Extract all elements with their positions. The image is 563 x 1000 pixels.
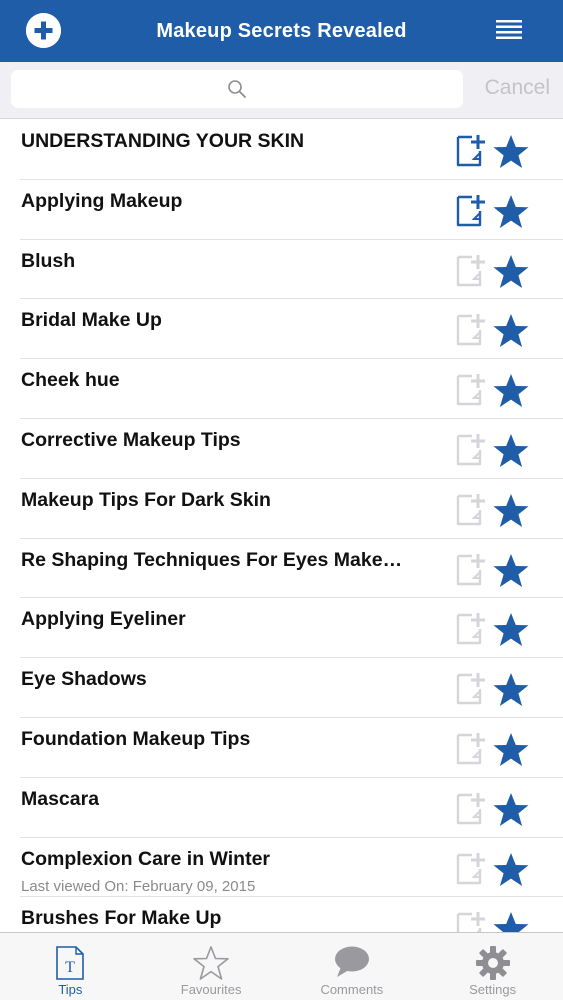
hamburger-menu-icon [496, 20, 522, 39]
list-item-title: Bridal Make Up [21, 309, 162, 332]
list-item-title: Applying Eyeliner [21, 608, 186, 631]
tab-settings[interactable]: Settings [422, 933, 563, 1000]
list-item[interactable]: Foundation Makeup Tips [20, 718, 563, 778]
list-item-title: Complexion Care in Winter [21, 847, 271, 870]
add-note-icon[interactable] [453, 192, 489, 228]
list-item-title: Blush [21, 249, 76, 272]
add-note-icon[interactable] [453, 730, 489, 766]
tab-tips[interactable]: T Tips [0, 933, 141, 1000]
list-item[interactable]: Brushes For Make Up [20, 897, 563, 932]
list-item-title: Makeup Tips For Dark Skin [21, 488, 271, 511]
list-item[interactable]: Cheek hue [20, 359, 563, 419]
add-note-icon[interactable] [453, 551, 489, 587]
list-item[interactable]: Applying Eyeliner [20, 598, 563, 659]
star-icon[interactable] [492, 433, 530, 469]
add-note-icon[interactable] [453, 491, 489, 527]
star-icon[interactable] [492, 612, 530, 648]
list-item-title: Corrective Makeup Tips [21, 428, 241, 451]
list-item[interactable]: Re Shaping Techniques For Eyes Make… [20, 539, 563, 599]
list-item-title: Mascara [21, 787, 100, 810]
list-item-title: Eye Shadows [21, 668, 147, 691]
document-icon: T [56, 946, 85, 980]
star-outline-icon [193, 946, 229, 980]
list-item[interactable]: Bridal Make Up [20, 299, 563, 360]
list-item[interactable]: Applying Makeup [20, 180, 563, 240]
star-icon[interactable] [492, 732, 530, 768]
add-note-icon[interactable] [453, 909, 489, 932]
list-item[interactable]: Makeup Tips For Dark Skin [20, 479, 563, 539]
tab-label: Settings [469, 982, 517, 997]
star-icon[interactable] [492, 911, 530, 932]
page-title: Makeup Secrets Revealed [156, 19, 407, 42]
tab-favourites[interactable]: Favourites [141, 933, 282, 1000]
plus-circle-icon [26, 13, 61, 48]
tips-list: UNDERSTANDING YOUR SKIN Applying Makeup Bl… [0, 120, 563, 932]
star-icon[interactable] [492, 194, 530, 230]
menu-button[interactable] [496, 20, 522, 40]
star-icon[interactable] [492, 373, 530, 409]
add-note-icon[interactable] [453, 132, 489, 168]
search-icon [228, 80, 246, 98]
tab-comments[interactable]: Comments [282, 933, 423, 1000]
star-icon[interactable] [492, 792, 530, 828]
tab-label: Favourites [180, 982, 242, 997]
tab-label: Comments [320, 982, 384, 997]
add-note-icon[interactable] [453, 850, 489, 886]
add-note-icon[interactable] [453, 311, 489, 347]
tab-bar: T Tips Favourites Comments Settings [0, 932, 563, 1000]
search-bar: Cancel [0, 62, 563, 119]
list-item[interactable]: Eye Shadows [20, 658, 563, 718]
list-item[interactable]: Corrective Makeup Tips [20, 419, 563, 479]
list-item[interactable]: Blush [20, 240, 563, 300]
star-icon[interactable] [492, 553, 530, 589]
add-button[interactable] [26, 13, 61, 48]
add-note-icon[interactable] [453, 252, 489, 288]
list-item[interactable]: UNDERSTANDING YOUR SKIN [20, 120, 563, 180]
star-icon[interactable] [492, 493, 530, 529]
list-item-title: Cheek hue [21, 369, 120, 392]
app-header: Makeup Secrets Revealed [0, 0, 563, 62]
gear-icon [475, 946, 510, 980]
add-note-icon[interactable] [453, 371, 489, 407]
star-icon[interactable] [492, 134, 530, 170]
list-item-title: Foundation Makeup Tips [21, 727, 251, 750]
list-item-title: Applying Makeup [21, 189, 183, 212]
list-item-title: UNDERSTANDING YOUR SKIN [21, 130, 305, 152]
add-note-icon[interactable] [453, 790, 489, 826]
search-field[interactable] [11, 70, 463, 108]
star-icon[interactable] [492, 852, 530, 888]
cancel-button[interactable]: Cancel [485, 76, 550, 100]
list-item[interactable]: Mascara [20, 778, 563, 838]
add-note-icon[interactable] [453, 670, 489, 706]
star-icon[interactable] [492, 254, 530, 290]
star-icon[interactable] [492, 672, 530, 708]
list-item-title: Brushes For Make Up [21, 907, 222, 930]
list-item[interactable]: Complexion Care in Winter Last viewed On:… [20, 838, 563, 898]
star-icon[interactable] [492, 313, 530, 349]
list-item-title: Re Shaping Techniques For Eyes Make… [21, 548, 403, 571]
speech-bubble-icon [334, 946, 369, 977]
svg-text:T: T [65, 959, 75, 976]
tab-label: Tips [58, 982, 83, 997]
list-item-subtitle: Last viewed On: February 09, 2015 [21, 877, 256, 895]
add-note-icon[interactable] [453, 610, 489, 646]
add-note-icon[interactable] [453, 431, 489, 467]
